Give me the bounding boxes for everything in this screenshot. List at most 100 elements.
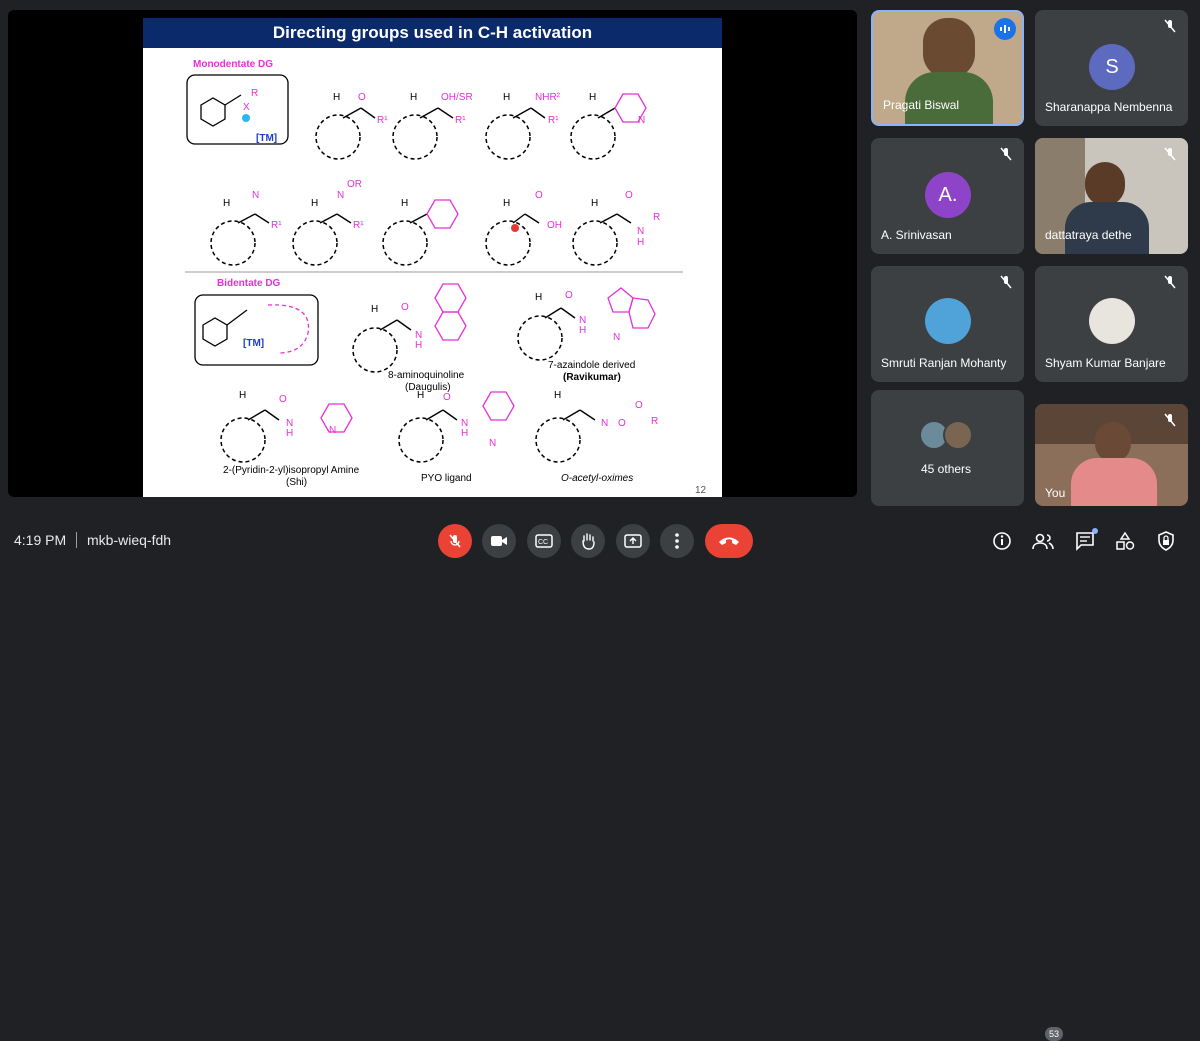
host-controls-button[interactable] <box>1155 530 1177 552</box>
raise-hand-icon <box>582 533 595 550</box>
chat-button[interactable] <box>1074 528 1098 552</box>
svg-text:H: H <box>535 292 542 303</box>
svg-text:O: O <box>443 392 451 403</box>
svg-text:R: R <box>251 88 258 99</box>
participant-tile-srinivasan[interactable]: A. A. Srinivasan <box>871 138 1024 254</box>
participant-tile-sharanappa[interactable]: S Sharanappa Nembenna <box>1035 10 1188 126</box>
svg-text:H: H <box>401 198 408 209</box>
people-button[interactable] <box>1032 530 1054 552</box>
mic-toggle-button[interactable] <box>438 524 472 558</box>
slide-page-number: 12 <box>695 485 707 496</box>
raise-hand-button[interactable] <box>571 524 605 558</box>
presentation-stage: Directing groups used in C-H activation … <box>8 10 857 497</box>
mic-off-icon <box>1164 147 1176 161</box>
svg-text:H: H <box>239 390 246 401</box>
camera-toggle-button[interactable] <box>482 524 516 558</box>
participant-tile-you[interactable]: You <box>1035 404 1188 506</box>
azaindole-label: 7-azaindole derived <box>548 360 635 371</box>
svg-text:OH: OH <box>547 220 562 231</box>
aminoquinoline-label: 8-aminoquinoline <box>388 370 465 381</box>
svg-text:H: H <box>503 92 510 103</box>
svg-text:N: N <box>489 438 496 449</box>
svg-text:O: O <box>565 290 573 301</box>
svg-text:H: H <box>415 340 422 351</box>
slide-content: Monodentate DG R X [TM] HHHH OR¹ OH/SRR¹… <box>185 59 707 496</box>
people-icon <box>1032 533 1054 550</box>
participant-tile-shyam[interactable]: Shyam Kumar Banjare <box>1035 266 1188 382</box>
svg-text:H: H <box>554 390 561 401</box>
more-options-icon <box>675 533 679 549</box>
participant-name: Shyam Kumar Banjare <box>1045 356 1166 370</box>
svg-text:R¹: R¹ <box>377 115 388 126</box>
slide: Directing groups used in C-H activation … <box>143 18 722 497</box>
svg-text:H: H <box>503 198 510 209</box>
svg-text:R: R <box>653 212 660 223</box>
meeting-code: mkb-wieq-fdh <box>87 532 172 548</box>
tm-label-1: [TM] <box>256 133 277 144</box>
svg-text:H: H <box>311 198 318 209</box>
activities-icon <box>1116 531 1135 550</box>
svg-text:O: O <box>401 302 409 313</box>
svg-text:H: H <box>461 428 468 439</box>
svg-text:O: O <box>279 394 287 405</box>
camera-icon <box>491 536 507 546</box>
svg-text:R¹: R¹ <box>548 115 559 126</box>
participant-tile-smruti[interactable]: Smruti Ranjan Mohanty <box>871 266 1024 382</box>
participant-video <box>923 18 975 78</box>
mic-off-icon <box>1000 147 1012 161</box>
oxime-label: O-acetyl-oximes <box>561 473 633 484</box>
avatar: S <box>1089 44 1135 90</box>
svg-text:R: R <box>651 416 658 427</box>
activities-button[interactable] <box>1114 530 1136 552</box>
avatar <box>925 298 971 344</box>
participant-name: dattatraya dethe <box>1045 228 1132 242</box>
avatar <box>1089 298 1135 344</box>
participant-tile-dattatraya[interactable]: dattatraya dethe <box>1035 138 1188 254</box>
participant-name: Smruti Ranjan Mohanty <box>881 356 1007 370</box>
bidentate-label: Bidentate DG <box>217 278 281 289</box>
svg-text:OR: OR <box>347 179 362 190</box>
bottom-control-bar: 4:19 PM mkb-wieq-fdh CC 53 <box>0 510 1200 1041</box>
present-button[interactable] <box>616 524 650 558</box>
svg-text:OH/SR: OH/SR <box>441 92 473 103</box>
participant-name: Pragati Biswal <box>883 98 960 112</box>
svg-text:H: H <box>637 237 644 248</box>
svg-text:X: X <box>243 102 250 113</box>
svg-text:O: O <box>625 190 633 201</box>
svg-text:CC: CC <box>538 539 548 546</box>
svg-text:H: H <box>417 390 424 401</box>
captions-button[interactable]: CC <box>527 524 561 558</box>
participant-count-badge: 53 <box>1045 1027 1063 1041</box>
speaking-indicator-icon <box>994 18 1016 40</box>
end-call-button[interactable] <box>705 524 753 558</box>
participant-tile-pragati[interactable]: Pragati Biswal <box>871 10 1024 126</box>
svg-text:N: N <box>329 425 336 436</box>
tm-label-2: [TM] <box>243 338 264 349</box>
ravikumar-label: (Ravikumar) <box>563 372 621 383</box>
svg-text:N: N <box>337 190 344 201</box>
avatar: A. <box>925 172 971 218</box>
svg-text:H: H <box>286 428 293 439</box>
mic-off-icon <box>1164 19 1176 33</box>
unread-dot <box>1092 528 1098 534</box>
divider <box>76 532 77 548</box>
svg-text:H: H <box>223 198 230 209</box>
slide-title: Directing groups used in C-H activation <box>272 23 593 42</box>
mic-off-icon <box>1000 275 1012 289</box>
slide-title-bar: Directing groups used in C-H activation <box>143 18 722 48</box>
svg-text:N: N <box>601 418 608 429</box>
more-options-button[interactable] <box>660 524 694 558</box>
participant-name: You <box>1045 486 1066 500</box>
svg-text:R¹: R¹ <box>271 220 282 231</box>
meeting-info-button[interactable] <box>991 530 1013 552</box>
bidentate-box <box>194 294 319 366</box>
avatar <box>943 420 973 450</box>
participant-tile-others[interactable]: 45 others <box>871 390 1024 506</box>
chat-icon <box>1076 532 1094 551</box>
svg-text:R¹: R¹ <box>455 115 466 126</box>
svg-text:N: N <box>252 190 259 201</box>
svg-text:H: H <box>591 198 598 209</box>
shi-label: (Shi) <box>286 477 307 488</box>
svg-text:H: H <box>371 304 378 315</box>
pyo-label: PYO ligand <box>421 473 472 484</box>
